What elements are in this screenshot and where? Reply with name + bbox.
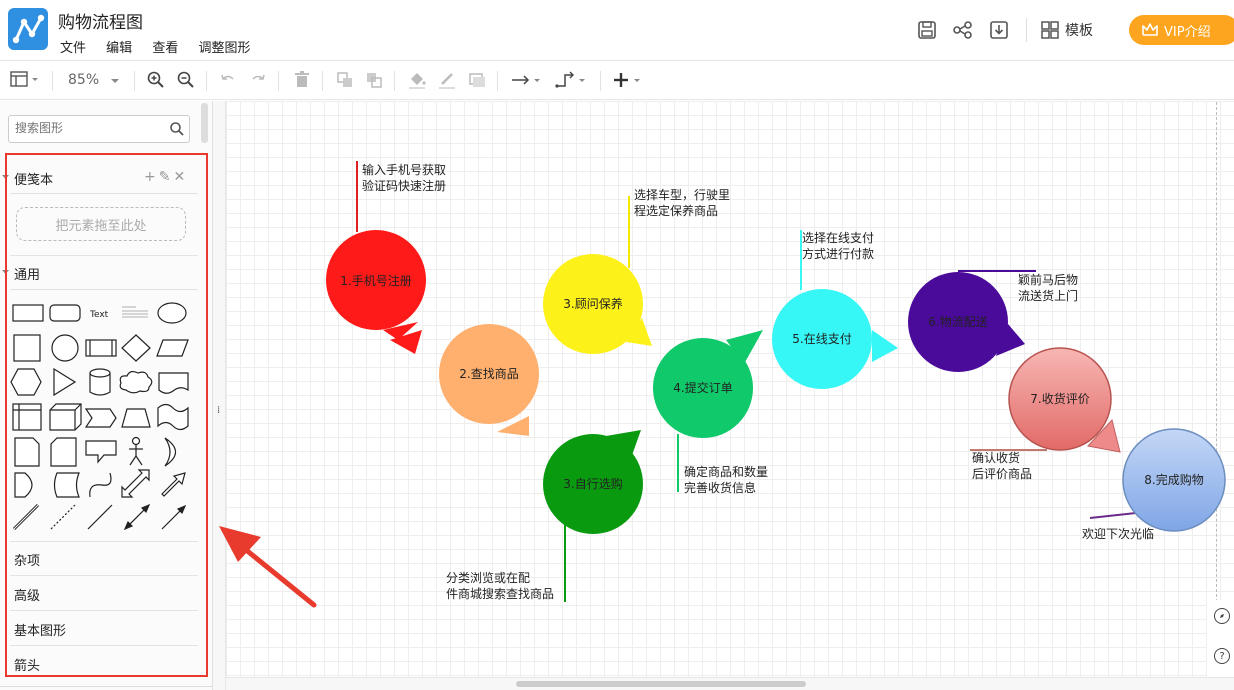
toolbar-separator (600, 71, 601, 91)
toolbar-separator (206, 71, 207, 91)
waypoint-style-icon[interactable] (555, 70, 589, 90)
sidebar-scrollbar[interactable] (201, 103, 208, 143)
toolbar-separator (322, 71, 323, 91)
menu-bar: 文件 编辑 查看 调整图形 (60, 37, 266, 56)
toolbar-separator (134, 71, 135, 91)
shape-sidebar: 便笺本 +✎✕ 把元素拖至此处 通用 Text (0, 101, 213, 690)
toolbar: 85% (0, 60, 1234, 100)
menu-edit[interactable]: 编辑 (106, 37, 132, 56)
sidebar-bottom-border (0, 686, 213, 687)
help-button[interactable]: ? (1214, 648, 1230, 664)
horizontal-scroll-thumb[interactable] (516, 681, 806, 687)
insert-plus-icon[interactable] (612, 70, 646, 90)
redo-icon[interactable] (248, 70, 268, 90)
send-back-icon[interactable] (364, 70, 384, 90)
bring-front-icon[interactable] (335, 70, 355, 90)
diagram-canvas[interactable] (226, 101, 1234, 677)
delete-icon[interactable] (292, 70, 312, 90)
shadow-icon[interactable] (467, 70, 487, 90)
fill-color-icon[interactable] (407, 70, 427, 90)
page-boundary-line (1216, 102, 1217, 602)
sidebar-resize-handle[interactable] (213, 101, 226, 690)
toolbar-separator (394, 71, 395, 91)
shape-search-box[interactable] (8, 115, 190, 143)
crown-icon (1142, 23, 1158, 36)
line-color-icon[interactable] (437, 70, 457, 90)
highlight-box-annotation (5, 153, 208, 677)
search-icon[interactable] (169, 121, 185, 137)
menu-file[interactable]: 文件 (60, 37, 86, 56)
template-icon (1041, 21, 1059, 39)
compass-icon[interactable] (1214, 608, 1230, 624)
vip-label: VIP介绍 (1164, 24, 1211, 40)
horizontal-scrollbar[interactable] (226, 677, 1234, 690)
grip-icon[interactable]: ⁞ (217, 405, 220, 416)
app-logo[interactable] (8, 8, 48, 50)
toolbar-separator (52, 71, 53, 91)
template-label: 模板 (1065, 23, 1093, 39)
shape-search-input[interactable] (15, 121, 165, 135)
menu-adjust-shape[interactable]: 调整图形 (198, 37, 250, 56)
download-icon[interactable] (988, 19, 1010, 41)
zoom-in-icon[interactable] (146, 70, 166, 90)
toolbar-separator (497, 71, 498, 91)
undo-icon[interactable] (218, 70, 238, 90)
header-divider (1026, 18, 1027, 42)
connector-arrow-icon[interactable] (510, 70, 544, 90)
header: 购物流程图 文件 编辑 查看 调整图形 模板 VIP介绍 (0, 0, 1234, 60)
zoom-out-icon[interactable] (176, 70, 196, 90)
zoom-level[interactable]: 85% (68, 72, 99, 88)
menu-view[interactable]: 查看 (152, 37, 178, 56)
template-button[interactable]: 模板 (1040, 18, 1093, 42)
zoom-dropdown-icon[interactable] (110, 70, 122, 90)
app-root: 购物流程图 文件 编辑 查看 调整图形 模板 VIP介绍 85% 搜索图形 便笺… (0, 0, 1234, 690)
save-icon[interactable] (916, 19, 938, 41)
toolbar-separator (278, 71, 279, 91)
layout-panel-icon[interactable] (10, 70, 42, 90)
vip-button[interactable]: VIP介绍 (1129, 15, 1234, 45)
document-title[interactable]: 购物流程图 (58, 8, 143, 33)
share-icon[interactable] (952, 19, 974, 41)
